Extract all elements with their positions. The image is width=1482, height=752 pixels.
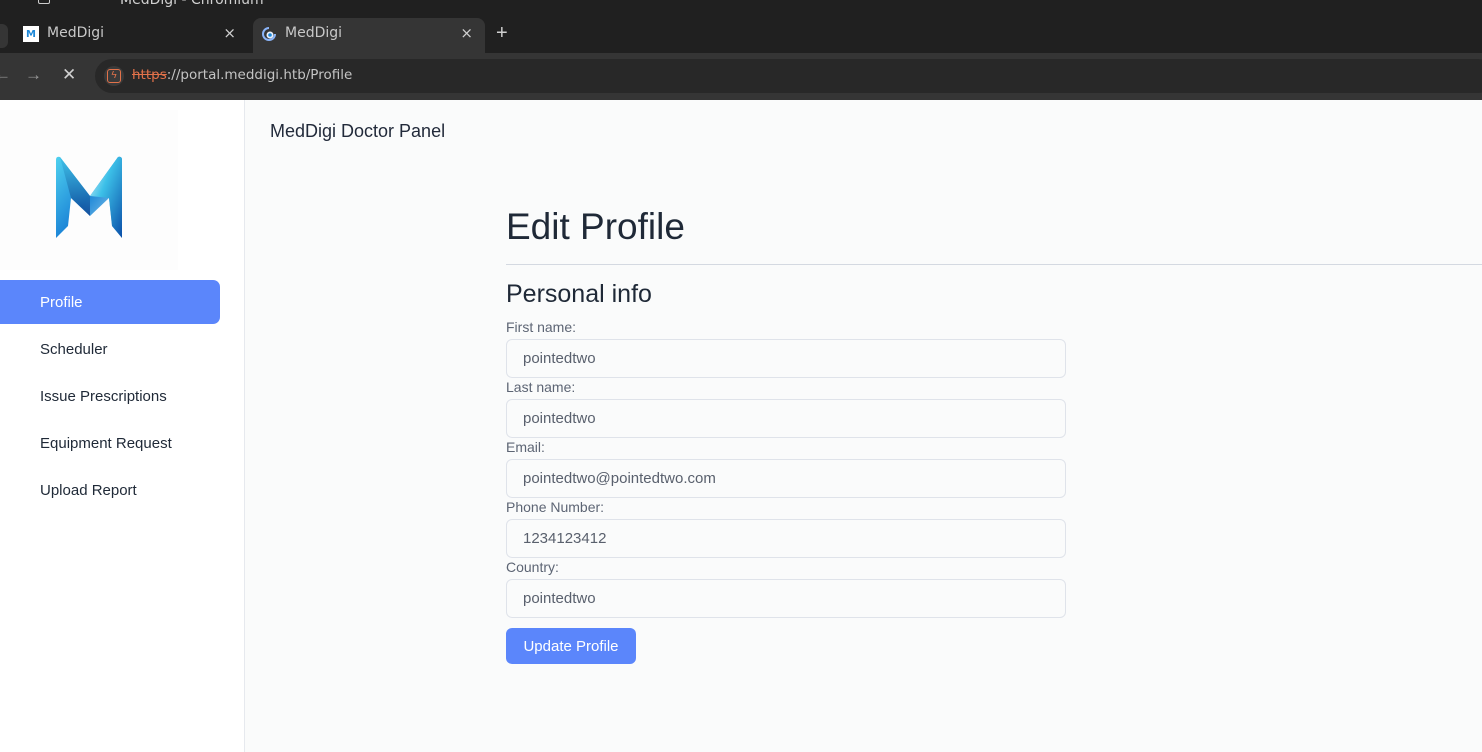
back-arrow-icon[interactable]: ← [0,65,11,85]
last-name-input[interactable] [506,399,1066,438]
title-divider [506,264,1482,265]
tab-meddigi-2-active[interactable]: MedDigi × [253,18,485,53]
sidebar-item-upload-report[interactable]: Upload Report [0,468,220,512]
loading-spinner-icon [261,26,277,42]
sidebar-item-profile[interactable]: Profile [0,280,220,324]
meddigi-logo-icon [56,156,122,238]
sidebar: Profile Scheduler Issue Prescriptions Eq… [0,100,245,752]
country-label: Country: [506,559,559,575]
url-scheme: https [132,67,167,83]
panel-title: MedDigi Doctor Panel [270,121,446,141]
new-tab-button[interactable]: + [496,22,508,45]
phone-number-input[interactable] [506,519,1066,558]
sidebar-item-label: Scheduler [40,340,108,358]
update-profile-button[interactable]: Update Profile [506,628,636,664]
sidebar-item-label: Equipment Request [40,434,172,452]
sidebar-item-label: Profile [40,293,83,311]
browser-toolbar: ← → ✕ ϟ https://portal.meddigi.htb/Profi… [0,53,1482,100]
close-tab-icon[interactable]: × [223,24,236,42]
sidebar-item-scheduler[interactable]: Scheduler [0,327,220,371]
address-bar[interactable]: ϟ https://portal.meddigi.htb/Profile [95,59,1482,93]
window-title: MedDigi - Chromium [120,0,264,8]
sidebar-item-issue-prescriptions[interactable]: Issue Prescriptions [0,374,220,418]
url-text[interactable]: https://portal.meddigi.htb/Profile [132,67,352,83]
first-name-label: First name: [506,319,577,335]
tab-label: MedDigi [47,25,105,41]
phone-number-label: Phone Number: [506,499,605,515]
tab-meddigi-1[interactable]: M MedDigi × [0,18,250,53]
logo-container [0,110,178,270]
close-tab-icon[interactable]: × [460,24,473,42]
stop-loading-icon[interactable]: ✕ [62,65,76,85]
tab-label: MedDigi [285,25,343,41]
sidebar-item-label: Issue Prescriptions [40,387,167,405]
page-title: Edit Profile [506,206,685,247]
sidebar-item-label: Upload Report [40,481,137,499]
sidebar-item-equipment-request[interactable]: Equipment Request [0,421,220,465]
url-rest: ://portal.meddigi.htb/Profile [166,67,353,83]
not-secure-icon[interactable]: ϟ [104,66,124,86]
email-input[interactable] [506,459,1066,498]
window-icon [38,0,50,4]
first-name-input[interactable] [506,339,1066,378]
page: Profile Scheduler Issue Prescriptions Eq… [0,100,1482,752]
section-title: Personal info [506,280,652,308]
browser-titlebar: MedDigi - Chromium M MedDigi × MedDigi ×… [0,0,1482,53]
previous-tab-edge[interactable] [0,24,8,48]
forward-arrow-icon[interactable]: → [25,65,42,85]
email-label: Email: [506,439,545,455]
meddigi-favicon-icon: M [23,26,39,42]
last-name-label: Last name: [506,379,576,395]
country-input[interactable] [506,579,1066,618]
